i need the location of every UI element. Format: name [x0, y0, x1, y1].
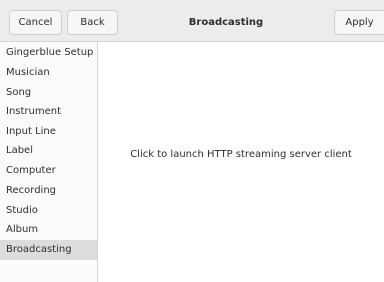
sidebar-item-input-line[interactable]: Input Line	[0, 122, 97, 142]
sidebar-item-instrument[interactable]: Instrument	[0, 102, 97, 122]
apply-button[interactable]: Apply	[334, 10, 384, 35]
sidebar-item-album[interactable]: Album	[0, 220, 97, 240]
cancel-button[interactable]: Cancel	[9, 10, 62, 35]
sidebar-item-song[interactable]: Song	[0, 83, 97, 103]
sidebar-item-musician[interactable]: Musician	[0, 63, 97, 83]
sidebar-item-broadcasting[interactable]: Broadcasting	[0, 240, 97, 260]
launch-streaming-client-link[interactable]: Click to launch HTTP streaming server cl…	[98, 148, 384, 162]
sidebar-item-gingerblue-setup[interactable]: Gingerblue Setup	[0, 43, 97, 63]
sidebar: Gingerblue Setup Musician Song Instrumen…	[0, 42, 98, 282]
page-title: Broadcasting	[188, 17, 264, 28]
sidebar-item-recording[interactable]: Recording	[0, 181, 97, 201]
sidebar-item-studio[interactable]: Studio	[0, 201, 97, 221]
broadcasting-page: Click to launch HTTP streaming server cl…	[98, 42, 384, 282]
sidebar-item-computer[interactable]: Computer	[0, 161, 97, 181]
header-bar: Cancel Back Broadcasting Apply	[0, 0, 384, 42]
sidebar-item-label[interactable]: Label	[0, 141, 97, 161]
back-button[interactable]: Back	[67, 10, 118, 35]
assistant-window: Cancel Back Broadcasting Apply Gingerblu…	[0, 0, 384, 282]
